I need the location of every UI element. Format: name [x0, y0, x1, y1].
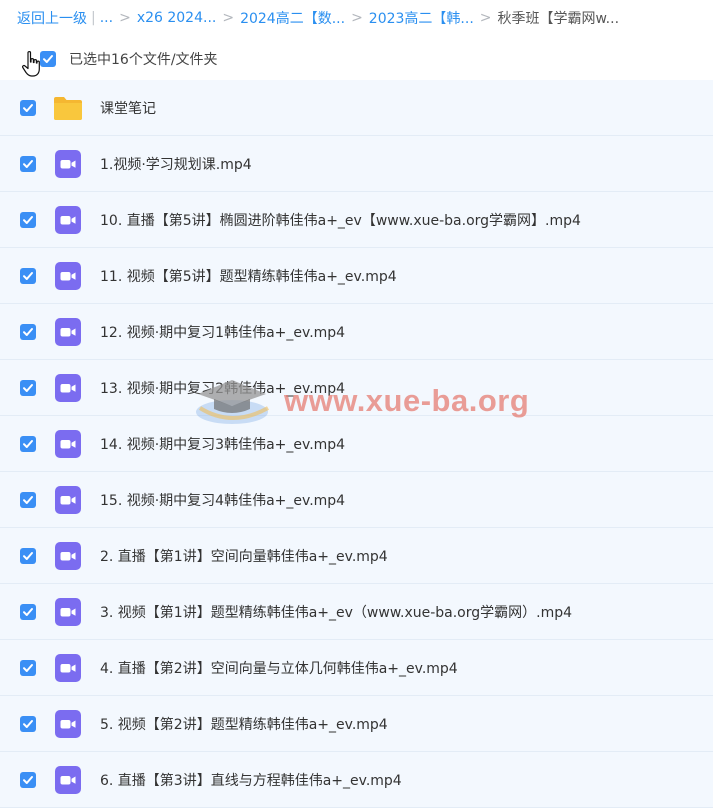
video-file-icon [55, 429, 81, 458]
chevron-right-icon: > [351, 10, 363, 26]
chevron-right-icon: > [479, 10, 492, 26]
file-name[interactable]: 15. 视频·期中复习4韩佳伟a+_ev.mp4 [100, 490, 345, 510]
file-name[interactable]: 6. 直播【第3讲】直线与方程韩佳伟a+_ev.mp4 [100, 770, 402, 790]
file-name[interactable]: 课堂笔记 [100, 98, 156, 118]
row-checkbox[interactable] [20, 659, 36, 676]
video-file-icon [55, 653, 81, 682]
video-file-icon [55, 205, 81, 234]
file-name[interactable]: 14. 视频·期中复习3韩佳伟a+_ev.mp4 [100, 434, 345, 454]
video-file-icon [55, 261, 81, 290]
row-checkbox[interactable] [20, 435, 36, 452]
video-file-icon [55, 149, 81, 178]
selection-count-label: 已选中16个文件/文件夹 [69, 52, 218, 68]
breadcrumb-item[interactable]: 2023高二【韩... [369, 8, 474, 28]
breadcrumb-divider: | [91, 10, 96, 26]
row-checkbox[interactable] [20, 323, 36, 340]
file-row[interactable]: 6. 直播【第3讲】直线与方程韩佳伟a+_ev.mp4 [0, 752, 713, 808]
file-name[interactable]: 4. 直播【第2讲】空间向量与立体几何韩佳伟a+_ev.mp4 [100, 658, 458, 678]
file-row[interactable]: 11. 视频【第5讲】题型精练韩佳伟a+_ev.mp4 [0, 248, 713, 304]
breadcrumb-ellipsis[interactable]: ... [100, 10, 113, 26]
chevron-right-icon: > [222, 10, 235, 26]
selection-bar: 已选中16个文件/文件夹 [0, 40, 713, 78]
row-checkbox[interactable] [20, 491, 36, 508]
row-checkbox[interactable] [20, 547, 36, 564]
file-name[interactable]: 12. 视频·期中复习1韩佳伟a+_ev.mp4 [100, 322, 345, 342]
file-row[interactable]: 1.视频·学习规划课.mp4 [0, 136, 713, 192]
breadcrumb-item[interactable]: 2024高二【数... [240, 8, 345, 28]
breadcrumb-current: 秋季班【学霸网w... [497, 11, 620, 27]
folder-icon [54, 96, 82, 120]
row-checkbox[interactable] [20, 211, 36, 228]
file-name[interactable]: 5. 视频【第2讲】题型精练韩佳伟a+_ev.mp4 [100, 714, 388, 734]
row-checkbox[interactable] [20, 771, 36, 788]
file-row[interactable]: 课堂笔记 [0, 80, 713, 136]
video-file-icon [55, 317, 81, 346]
back-link[interactable]: 返回上一级 [17, 8, 87, 28]
breadcrumb: 返回上一级 | ... > x26 2024... > 2024高二【数... … [0, 0, 713, 36]
file-name[interactable]: 10. 直播【第5讲】椭圆进阶韩佳伟a+_ev【www.xue-ba.org学霸… [100, 210, 581, 230]
row-checkbox[interactable] [20, 267, 36, 284]
row-checkbox[interactable] [20, 715, 36, 732]
video-file-icon [55, 373, 81, 402]
file-name[interactable]: 1.视频·学习规划课.mp4 [100, 154, 252, 174]
file-name[interactable]: 11. 视频【第5讲】题型精练韩佳伟a+_ev.mp4 [100, 266, 397, 286]
video-file-icon [55, 765, 81, 794]
file-row[interactable]: 13. 视频·期中复习2韩佳伟a+_ev.mp4 [0, 360, 713, 416]
file-name[interactable]: 3. 视频【第1讲】题型精练韩佳伟a+_ev（www.xue-ba.org学霸网… [100, 602, 572, 622]
file-row[interactable]: 2. 直播【第1讲】空间向量韩佳伟a+_ev.mp4 [0, 528, 713, 584]
file-row[interactable]: 10. 直播【第5讲】椭圆进阶韩佳伟a+_ev【www.xue-ba.org学霸… [0, 192, 713, 248]
file-name[interactable]: 2. 直播【第1讲】空间向量韩佳伟a+_ev.mp4 [100, 546, 388, 566]
video-file-icon [55, 597, 81, 626]
file-row[interactable]: 14. 视频·期中复习3韩佳伟a+_ev.mp4 [0, 416, 713, 472]
row-checkbox[interactable] [20, 379, 36, 396]
file-name[interactable]: 13. 视频·期中复习2韩佳伟a+_ev.mp4 [100, 378, 345, 398]
row-checkbox[interactable] [20, 155, 36, 172]
breadcrumb-item[interactable]: x26 2024... [137, 10, 217, 26]
file-row[interactable]: 12. 视频·期中复习1韩佳伟a+_ev.mp4 [0, 304, 713, 360]
file-list: 课堂笔记 1.视频·学习规划课.mp4 10. 直播【第5讲】椭圆进阶韩佳伟a+_e… [0, 80, 713, 808]
video-file-icon [55, 541, 81, 570]
file-row[interactable]: 3. 视频【第1讲】题型精练韩佳伟a+_ev（www.xue-ba.org学霸网… [0, 584, 713, 640]
file-row[interactable]: 5. 视频【第2讲】题型精练韩佳伟a+_ev.mp4 [0, 696, 713, 752]
chevron-right-icon: > [119, 10, 131, 26]
row-checkbox[interactable] [20, 99, 36, 116]
file-row[interactable]: 15. 视频·期中复习4韩佳伟a+_ev.mp4 [0, 472, 713, 528]
video-file-icon [55, 709, 81, 738]
file-row[interactable]: 4. 直播【第2讲】空间向量与立体几何韩佳伟a+_ev.mp4 [0, 640, 713, 696]
hand-cursor-icon [22, 51, 40, 77]
row-checkbox[interactable] [20, 603, 36, 620]
video-file-icon [55, 485, 81, 514]
